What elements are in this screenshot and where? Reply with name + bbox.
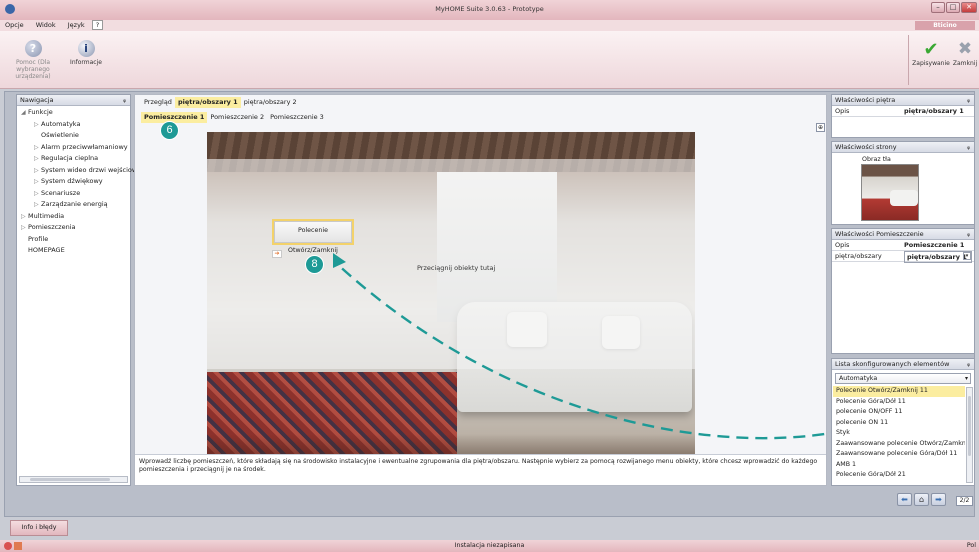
vertical-scrollbar[interactable] — [966, 387, 973, 483]
back-button[interactable]: ⬅ — [897, 493, 912, 506]
dropdown-arrow-icon: ▾ — [964, 375, 968, 382]
property-row: Opis Pomieszczenie 1 — [832, 240, 974, 251]
scroll-thumb[interactable] — [968, 396, 971, 456]
dropdown-arrow-icon[interactable]: ▾ — [963, 252, 971, 260]
room-properties-panel: Właściwości Pomieszczenie ᵩ Opis Pomieszcz… — [831, 228, 975, 354]
page-properties-panel: Właściwości strony ᵩ Obraz tła — [831, 141, 975, 225]
configured-elements-header: Lista skonfigurowanych elementów ᵩ — [832, 359, 974, 370]
info-errors-tab[interactable]: Info i błędy — [10, 520, 68, 536]
pin-icon[interactable]: ᵩ — [967, 142, 970, 152]
list-item[interactable]: polecenie ON 11 — [833, 418, 965, 429]
status-text: Instalacja niezapisana — [454, 542, 525, 549]
floor-properties-header: Właściwości piętra ᵩ — [832, 95, 974, 106]
list-item[interactable]: Styk — [833, 428, 965, 439]
pin-icon[interactable]: ᵩ — [967, 229, 970, 239]
background-image-label: Obraz tła — [862, 156, 891, 163]
page-properties-header: Właściwości strony ᵩ — [832, 142, 974, 153]
configured-elements-panel: Lista skonfigurowanych elementów ᵩ Automa… — [831, 358, 975, 486]
category-dropdown[interactable]: Automatyka ▾ — [835, 373, 971, 384]
property-row: Opis piętra/obszary 1 — [832, 106, 974, 117]
page-indicator: 2/2 — [956, 496, 973, 506]
floor-properties-panel: Właściwości piętra ᵩ Opis piętra/obszary 1 — [831, 94, 975, 138]
list-item[interactable]: Polecenie Góra/Dół 21 — [833, 470, 965, 481]
home-icon: ⌂ — [918, 495, 925, 504]
list-item[interactable]: Zaawansowane polecenie Góra/Dół 11 — [833, 449, 965, 460]
list-item[interactable]: Zaawansowane polecenie Otwórz/Zamknij 11 — [833, 439, 965, 450]
configured-list: Polecenie Otwórz/Zamknij 11 Polecenie Gó… — [833, 386, 965, 481]
list-item[interactable]: polecenie ON/OFF 11 — [833, 407, 965, 418]
arrow-head — [333, 253, 346, 268]
list-item[interactable]: Polecenie Góra/Dół 11 — [833, 397, 965, 408]
status-right: Pol — [966, 542, 976, 549]
thumbnail-sofa — [890, 190, 918, 206]
property-row: piętra/obszary piętra/obszary 1 ▾ — [832, 251, 974, 263]
list-item[interactable]: Polecenie Otwórz/Zamknij 11 — [833, 386, 965, 397]
home-button[interactable]: ⌂ — [914, 493, 929, 506]
pin-icon[interactable]: ᵩ — [967, 95, 970, 105]
pin-icon[interactable]: ᵩ — [967, 359, 970, 369]
forward-button[interactable]: ➡ — [931, 493, 946, 506]
right-arrow-icon: ➡ — [935, 495, 942, 504]
background-thumbnail[interactable] — [861, 164, 919, 221]
status-bar: Instalacja niezapisana Pol — [0, 540, 979, 552]
list-item[interactable]: AMB 1 — [833, 460, 965, 471]
room-properties-header: Właściwości Pomieszczenie ᵩ — [832, 229, 974, 240]
left-arrow-icon: ⬅ — [901, 495, 908, 504]
